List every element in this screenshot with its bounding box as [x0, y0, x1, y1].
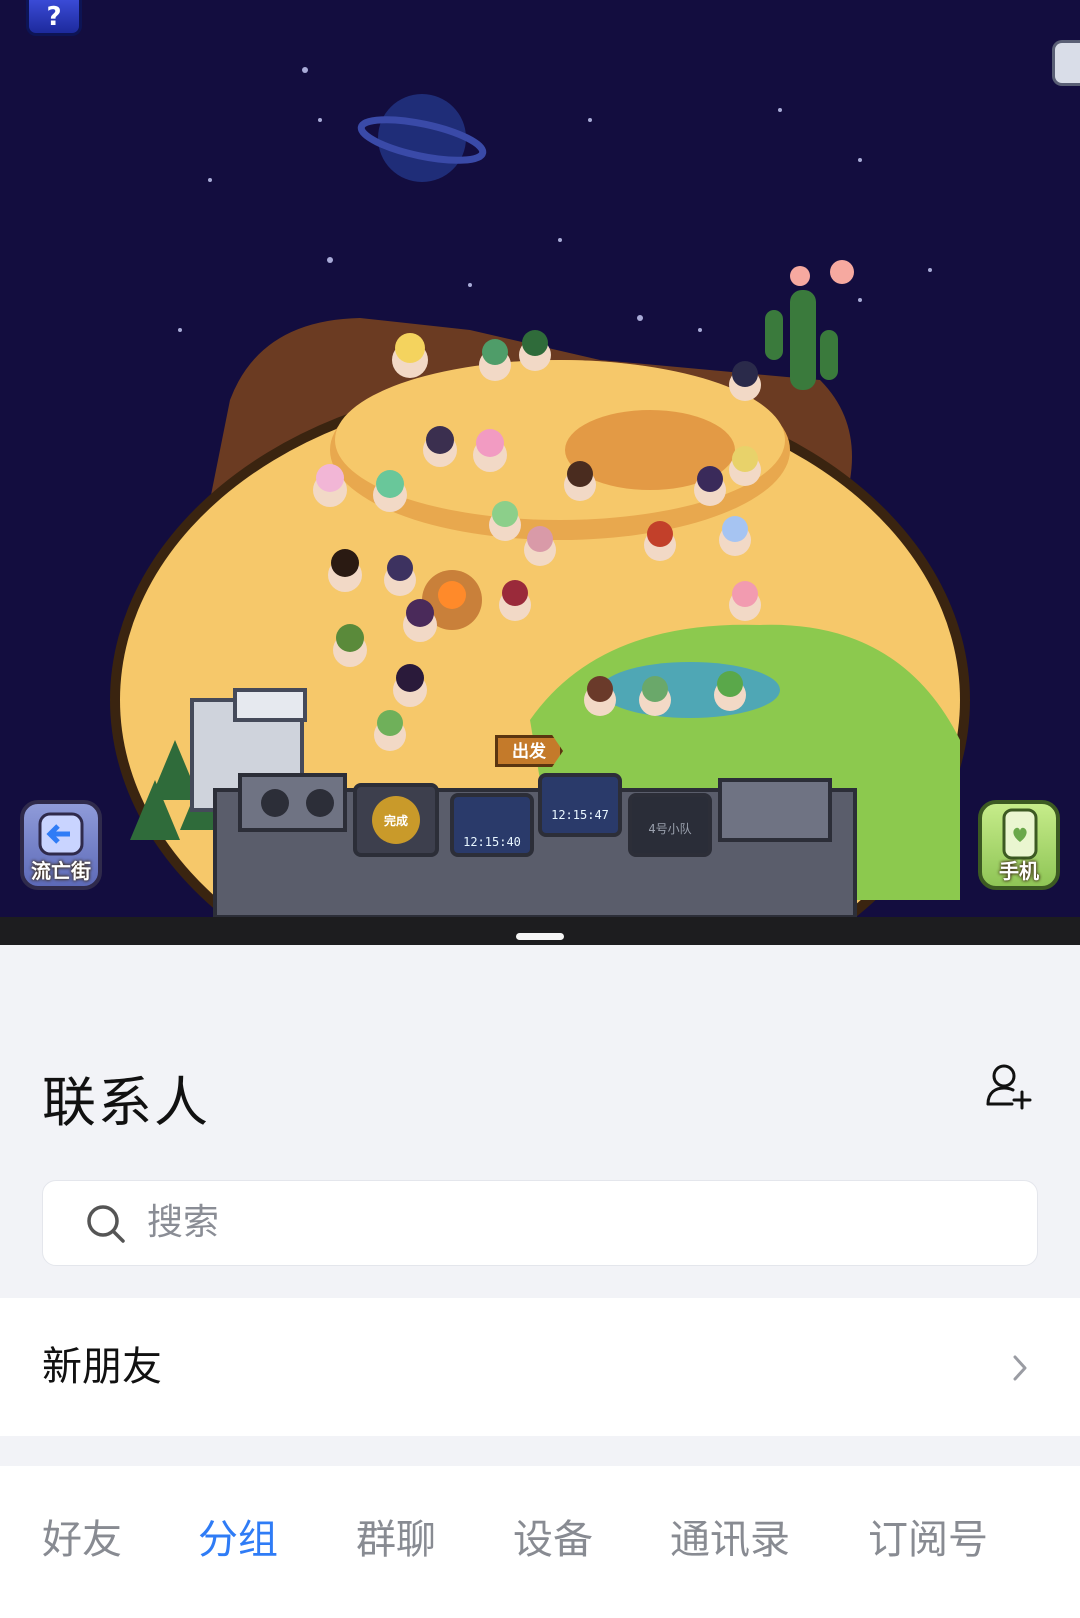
side-handle-button[interactable] [1052, 40, 1080, 86]
exile-street-button[interactable]: 流亡街 [20, 800, 102, 890]
console-team-label[interactable]: 4号小队 [630, 820, 710, 837]
search-placeholder: 搜索 [147, 1202, 220, 1243]
add-person-icon [986, 1064, 1032, 1110]
contact-tabs: 好友 分组 群聊 设备 通讯录 订阅号 [0, 1466, 1080, 1618]
phone-button[interactable]: 手机 [978, 800, 1060, 890]
tab-friends[interactable]: 好友 [42, 1516, 122, 1564]
search-input[interactable]: 搜索 [42, 1180, 1038, 1266]
phone-label: 手机 [999, 859, 1039, 883]
new-friends-label: 新朋友 [42, 1344, 162, 1390]
game-scene[interactable] [0, 0, 1080, 945]
chevron-right-icon [1013, 1355, 1027, 1381]
tab-groups[interactable]: 分组 [198, 1516, 278, 1564]
console-timer-1: 12:15:40 [463, 835, 521, 849]
search-icon [87, 1205, 125, 1243]
cactus-decoration [765, 260, 854, 390]
stars [178, 67, 932, 332]
control-console [213, 773, 857, 919]
split-screen-divider[interactable] [0, 917, 1080, 945]
new-friends-row[interactable]: 新朋友 [0, 1298, 1080, 1436]
exile-street-label: 流亡街 [31, 859, 91, 883]
tab-devices[interactable]: 设备 [513, 1516, 593, 1564]
console-timer-2: 12:15:47 [551, 808, 609, 822]
split-screen-drag-handle[interactable] [516, 933, 564, 940]
console-done-label[interactable]: 完成 [356, 812, 436, 829]
depart-sign[interactable]: 出发 [495, 735, 563, 767]
help-button[interactable]: ? [26, 0, 82, 36]
tab-group-chats[interactable]: 群聊 [356, 1516, 436, 1564]
add-friend-button[interactable] [982, 1060, 1034, 1112]
tab-subscriptions[interactable]: 订阅号 [868, 1516, 988, 1564]
tab-address-book[interactable]: 通讯录 [670, 1516, 790, 1564]
planet-decoration [357, 94, 487, 182]
page-title: 联系人 [42, 1071, 210, 1134]
game-window[interactable]: ? 出发 完成 12:15:40 12:15:47 4号小队 流亡街 手机 [0, 0, 1080, 945]
